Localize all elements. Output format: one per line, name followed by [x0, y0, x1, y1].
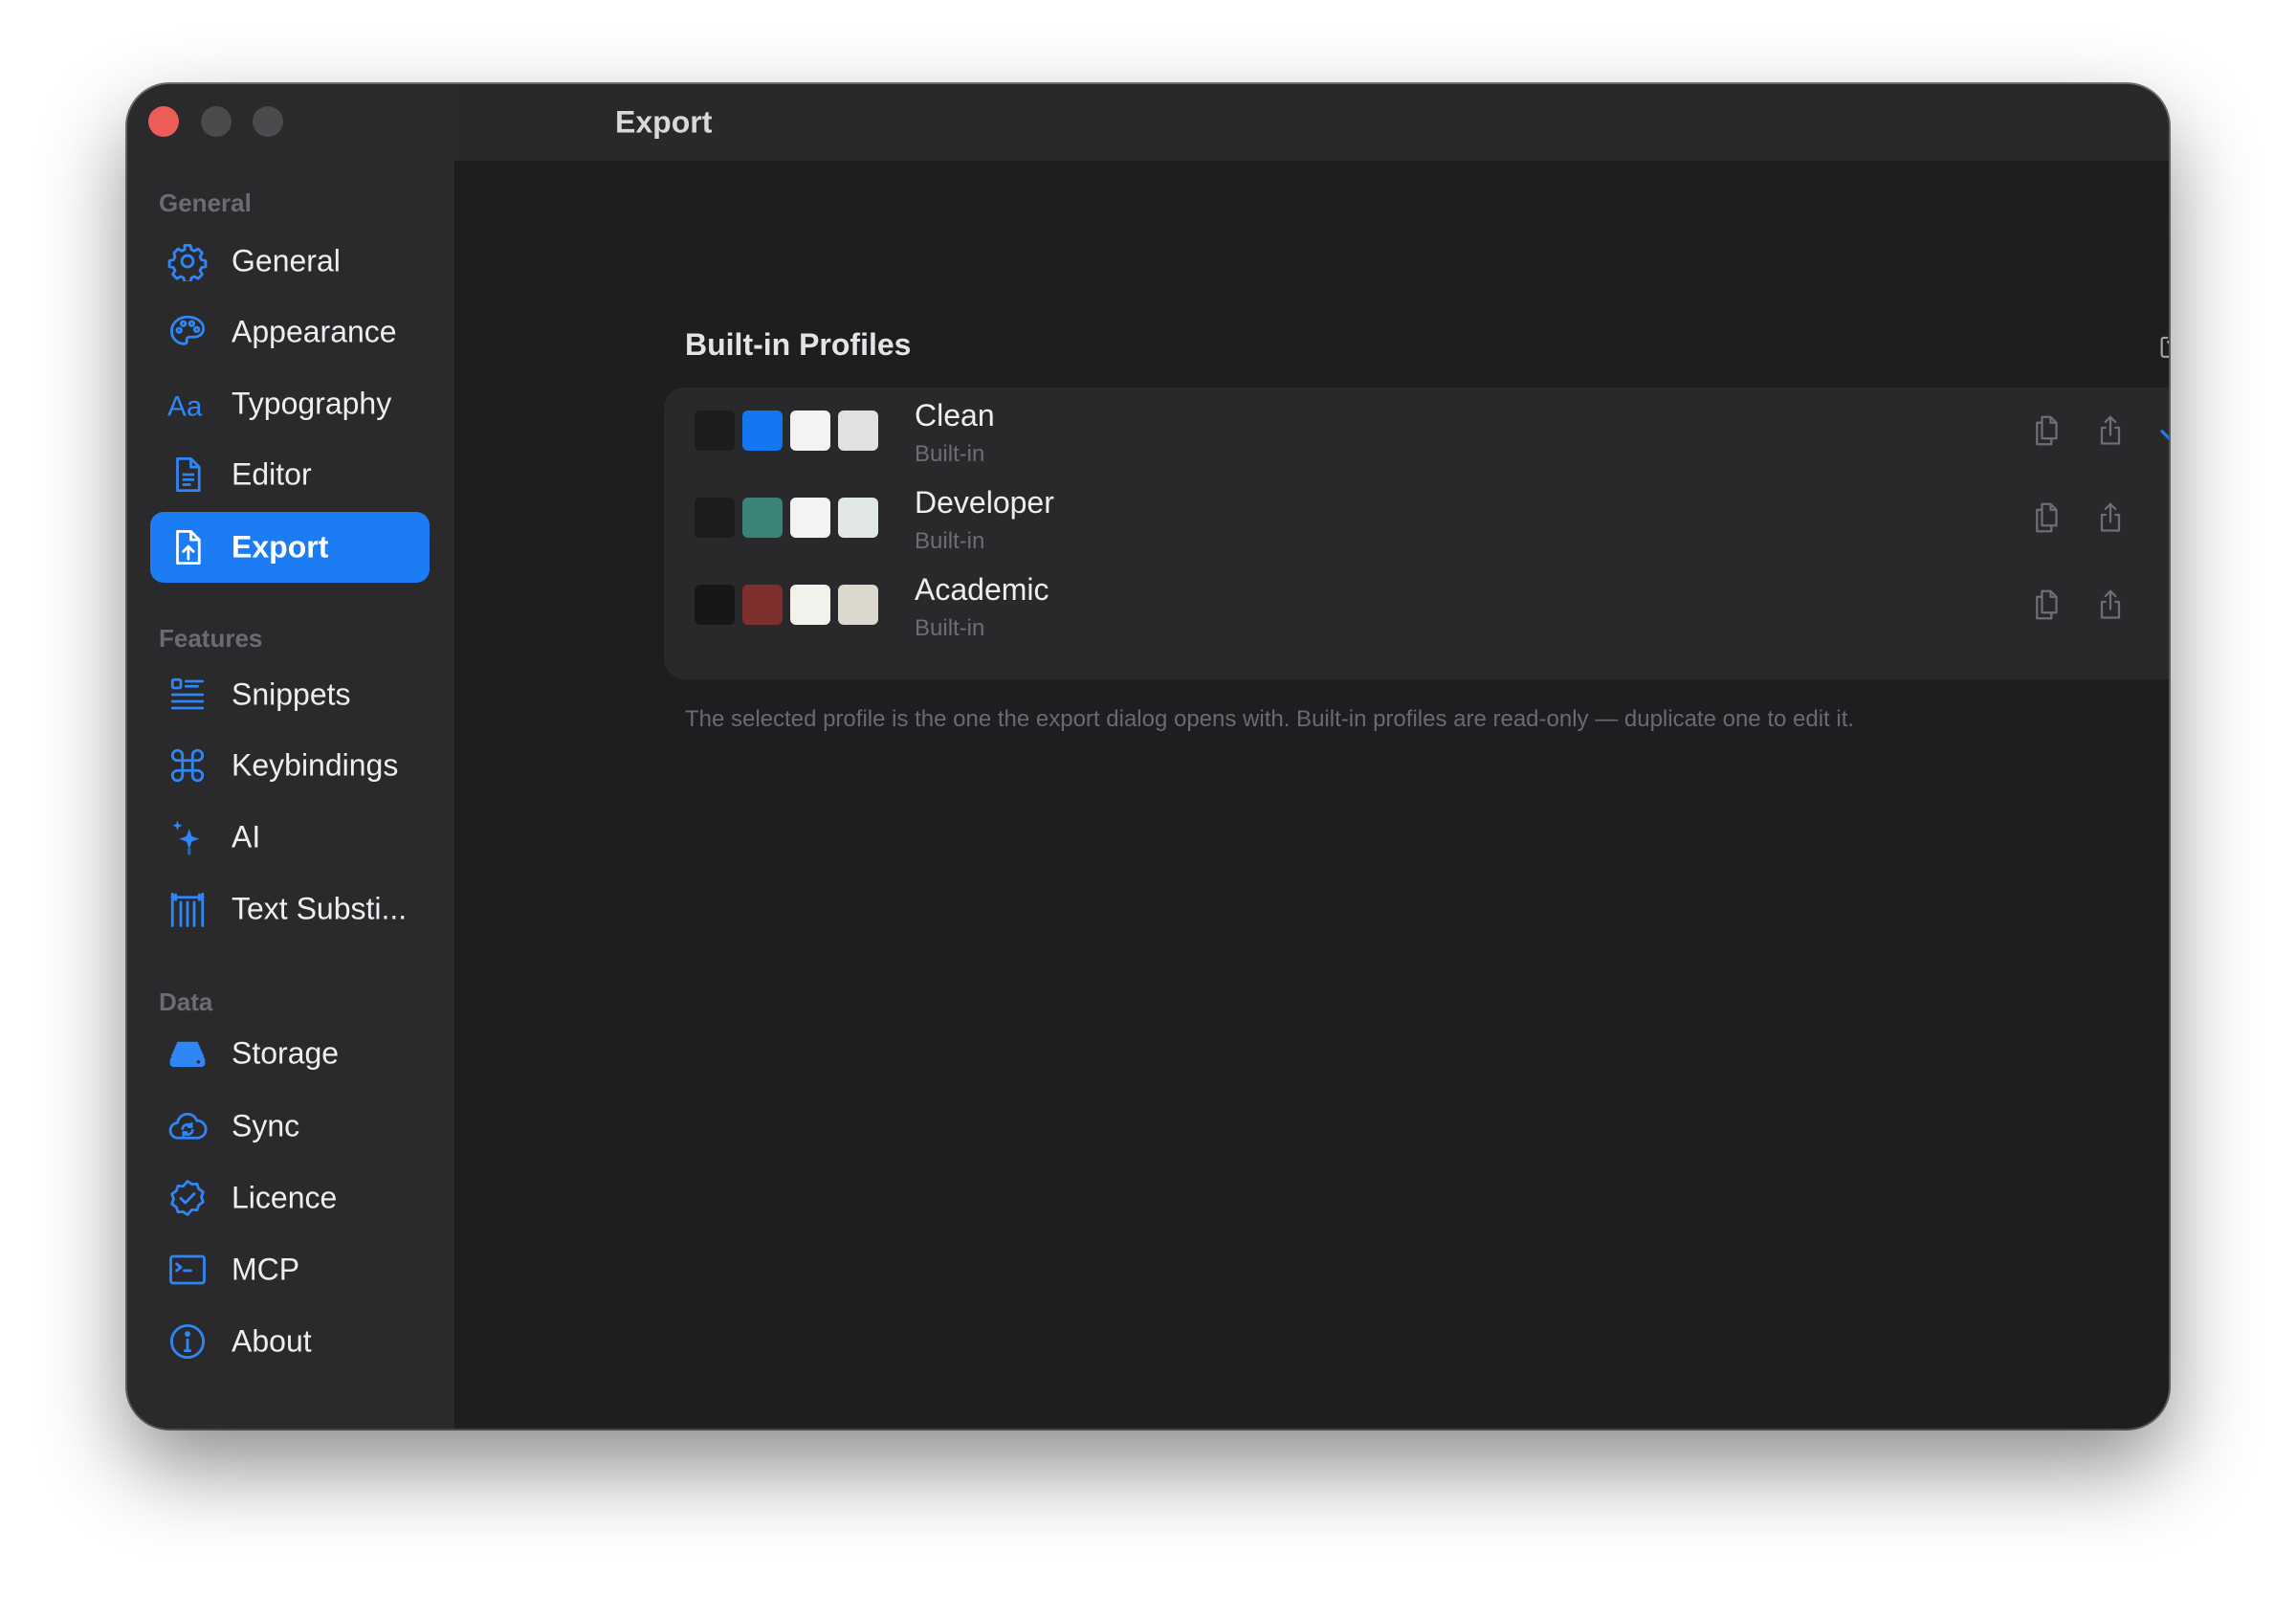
swatch-0 [695, 585, 735, 625]
minimize-window-button[interactable] [201, 106, 232, 137]
sidebar-item-general[interactable]: General [150, 226, 430, 297]
swatch-1 [742, 410, 783, 451]
profile-name: Academic [915, 572, 1049, 607]
import-icon[interactable] [2156, 328, 2169, 361]
sidebar: General General Appearance Aa Typography… [127, 84, 454, 1429]
swatch-0 [695, 410, 735, 451]
sidebar-group-data-header: Data [159, 987, 213, 1016]
sidebar-item-label: AI [232, 819, 261, 854]
profile-subtitle: Built-in [915, 441, 985, 467]
share-icon[interactable] [2093, 413, 2128, 448]
sidebar-item-label: Editor [232, 456, 312, 492]
profile-row-clean[interactable]: Clean Built-in [664, 388, 2169, 474]
profile-subtitle: Built-in [915, 528, 985, 554]
sidebar-item-ai[interactable]: AI [150, 802, 430, 873]
swatch-2 [790, 410, 830, 451]
share-icon[interactable] [2093, 588, 2128, 622]
swatch-1 [742, 585, 783, 625]
document-icon [167, 455, 208, 495]
sidebar-item-label: Keybindings [232, 747, 399, 783]
snippets-list-icon [167, 675, 208, 715]
swatch-3 [838, 410, 878, 451]
terminal-icon [167, 1250, 208, 1290]
info-icon [167, 1321, 208, 1362]
profile-subtitle: Built-in [915, 615, 985, 641]
profile-row-academic[interactable]: Academic Built-in [664, 562, 2169, 648]
duplicate-icon[interactable] [2029, 500, 2064, 535]
sidebar-item-appearance[interactable]: Appearance [150, 297, 430, 367]
sync-cloud-icon [167, 1106, 208, 1146]
sidebar-item-label: Licence [232, 1180, 338, 1215]
sidebar-item-sync[interactable]: Sync [150, 1091, 430, 1162]
sidebar-item-label: Export [232, 529, 329, 565]
zoom-window-button[interactable] [253, 106, 283, 137]
duplicate-icon[interactable] [2029, 413, 2064, 448]
sidebar-item-snippets[interactable]: Snippets [150, 659, 430, 730]
sidebar-item-label: Appearance [232, 314, 397, 349]
sparkles-icon [167, 817, 208, 857]
sidebar-item-typography[interactable]: Aa Typography [150, 368, 430, 439]
sidebar-item-licence[interactable]: Licence [150, 1163, 430, 1233]
sidebar-item-export[interactable]: Export [150, 512, 430, 583]
swatch-0 [695, 498, 735, 538]
window-title: Export [615, 104, 713, 140]
share-icon[interactable] [2093, 500, 2128, 535]
storage-drive-icon [167, 1033, 208, 1074]
typography-icon: Aa [167, 384, 208, 424]
profile-row-developer[interactable]: Developer Built-in [664, 475, 2169, 561]
sidebar-item-about[interactable]: About [150, 1306, 430, 1377]
close-window-button[interactable] [148, 106, 179, 137]
swatch-1 [742, 498, 783, 538]
text-substitution-icon [167, 889, 208, 929]
swatch-3 [838, 498, 878, 538]
gear-icon [167, 241, 208, 281]
palette-icon [167, 312, 208, 352]
sidebar-item-keybindings[interactable]: Keybindings [150, 730, 430, 801]
duplicate-icon[interactable] [2029, 588, 2064, 622]
settings-window: General General Appearance Aa Typography… [127, 84, 2169, 1429]
sidebar-item-label: Typography [232, 386, 392, 421]
sidebar-item-label: Storage [232, 1035, 340, 1071]
export-document-icon [167, 527, 208, 567]
swatch-2 [790, 498, 830, 538]
section-title: Built-in Profiles [685, 327, 912, 362]
swatch-3 [838, 585, 878, 625]
sidebar-group-general-header: General [159, 189, 252, 217]
checkmark-icon [2156, 413, 2169, 448]
command-key-icon [167, 745, 208, 786]
svg-text:Aa: Aa [167, 390, 203, 422]
sidebar-group-features-header: Features [159, 624, 263, 653]
help-text: The selected profile is the one the expo… [685, 706, 1855, 732]
licence-seal-icon [167, 1178, 208, 1218]
sidebar-item-label: Sync [232, 1108, 300, 1143]
sidebar-item-label: Snippets [232, 677, 351, 712]
sidebar-item-label: About [232, 1323, 312, 1359]
sidebar-item-label: Text Substi... [232, 891, 408, 926]
profiles-list: Clean Built-in Developer Built-in Academ… [664, 388, 2169, 679]
profile-name: Developer [915, 485, 1054, 520]
sidebar-item-storage[interactable]: Storage [150, 1018, 430, 1089]
sidebar-item-label: MCP [232, 1252, 300, 1287]
sidebar-item-text-substitutions[interactable]: Text Substi... [150, 874, 430, 944]
profile-name: Clean [915, 398, 995, 433]
swatch-2 [790, 585, 830, 625]
sidebar-item-editor[interactable]: Editor [150, 439, 430, 510]
sidebar-item-label: General [232, 243, 341, 278]
sidebar-item-mcp[interactable]: MCP [150, 1234, 430, 1305]
